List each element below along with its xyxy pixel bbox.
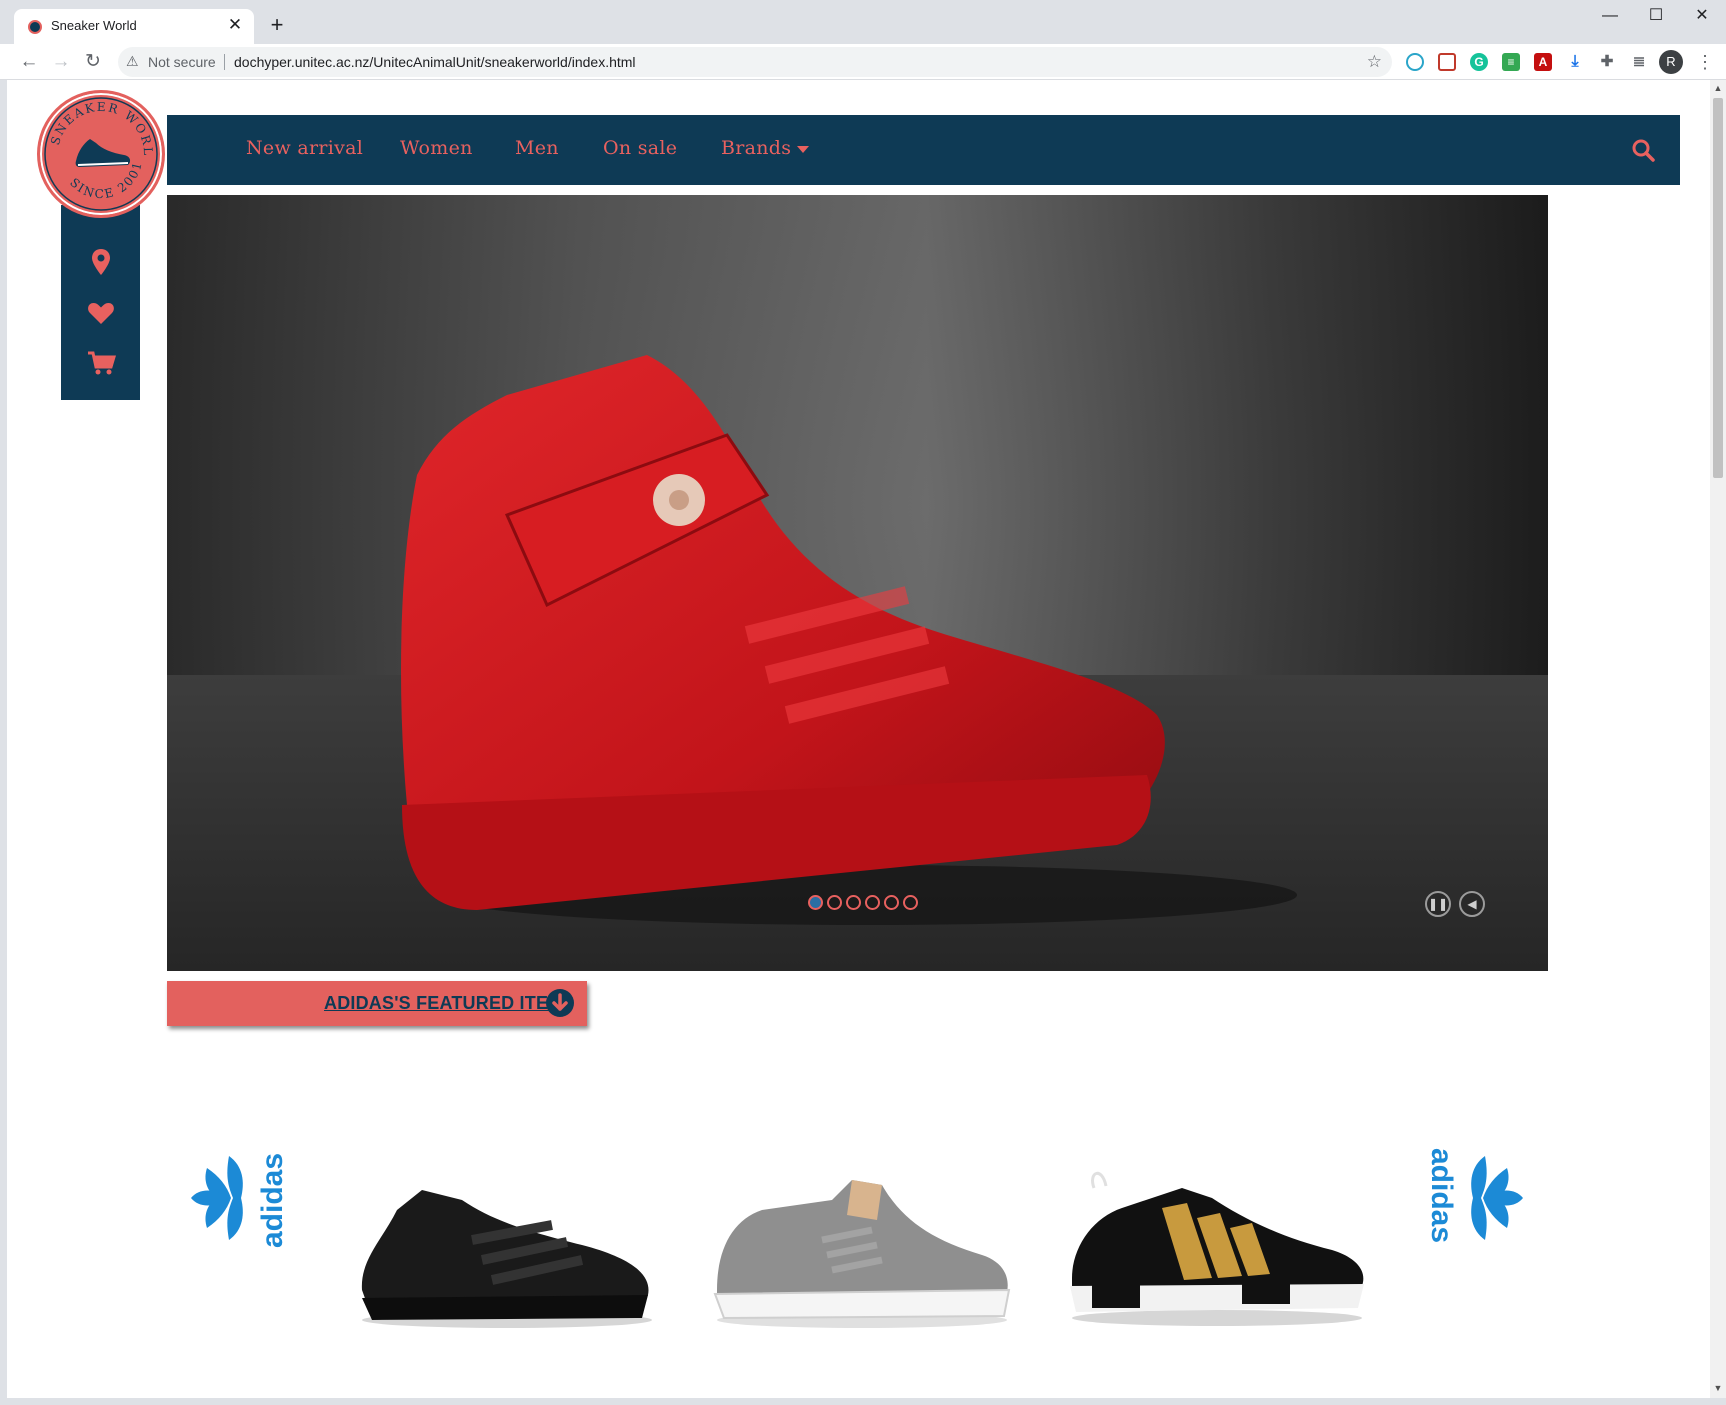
featured-item-label[interactable]: ADIDAS'S FEATURED ITEM — [324, 993, 563, 1014]
adidas-logo-left: adidas — [191, 1153, 289, 1248]
extension-globe-icon[interactable] — [1406, 53, 1424, 71]
bookmark-star-icon[interactable]: ☆ — [1367, 52, 1382, 72]
adidas-wordmark-left: adidas — [256, 1153, 289, 1248]
tab-close-icon[interactable]: ✕ — [224, 14, 246, 36]
browser-toolbar: ← → ↻ ⚠ Not secure dochyper.unitec.ac.nz… — [0, 44, 1726, 80]
pause-icon[interactable]: ❚❚ — [1425, 891, 1451, 917]
extensions-puzzle-icon[interactable]: ✚ — [1598, 53, 1616, 71]
product-black-gold-nmd-image[interactable] — [1062, 1158, 1372, 1328]
search-icon[interactable] — [1630, 137, 1656, 163]
close-window-button[interactable]: ✕ — [1679, 2, 1725, 30]
logo-emblem: SNEAKER WORLD SINCE 2001 — [40, 93, 158, 211]
product-grey-skate-image[interactable] — [712, 1170, 1012, 1330]
new-tab-button[interactable]: + — [264, 12, 290, 38]
extension-sheets-icon[interactable]: ≡ — [1502, 53, 1520, 71]
mute-icon[interactable]: ◀ — [1459, 891, 1485, 917]
product-black-runner-image[interactable] — [352, 1170, 657, 1330]
logo-shoe-icon — [75, 139, 131, 167]
page-viewport: New arrival Women Men On sale Brands SNE… — [7, 80, 1710, 1398]
scroll-thumb[interactable] — [1713, 98, 1723, 478]
nav-brands[interactable]: Brands — [721, 137, 810, 159]
hero-red-sneaker-image — [401, 355, 1297, 925]
tab-strip: Sneaker World ✕ + — ☐ ✕ — [0, 0, 1726, 44]
cart-icon[interactable] — [86, 348, 116, 378]
extension-grammarly-icon[interactable]: G — [1470, 53, 1488, 71]
back-icon[interactable]: ← — [16, 49, 42, 75]
browser-window: Sneaker World ✕ + — ☐ ✕ ← → ↻ ⚠ Not secu… — [0, 0, 1726, 1405]
warning-icon[interactable]: ⚠ — [126, 53, 139, 70]
forward-icon[interactable]: → — [48, 49, 74, 75]
side-toolbar — [61, 205, 140, 400]
security-label[interactable]: Not secure — [148, 54, 216, 70]
slider-dot[interactable] — [846, 895, 861, 910]
nav-brands-label: Brands — [721, 137, 792, 159]
address-bar[interactable]: ⚠ Not secure dochyper.unitec.ac.nz/Unite… — [118, 47, 1392, 77]
browser-menu-icon[interactable]: ⋮ — [1696, 50, 1714, 74]
slider-dot[interactable] — [808, 895, 823, 910]
maximize-button[interactable]: ☐ — [1633, 2, 1679, 30]
slider-dot[interactable] — [884, 895, 899, 910]
featured-item-button[interactable]: ADIDAS'S FEATURED ITEM — [167, 981, 587, 1026]
extension-pocket-icon[interactable] — [1438, 53, 1456, 71]
site-favicon-icon — [28, 20, 42, 34]
caret-down-icon — [797, 145, 810, 153]
url-text[interactable]: dochyper.unitec.ac.nz/UnitecAnimalUnit/s… — [234, 54, 636, 70]
tab-title: Sneaker World — [51, 18, 137, 33]
media-queue-icon[interactable]: ≣ — [1630, 53, 1648, 71]
scroll-down-icon[interactable]: ▼ — [1713, 1383, 1723, 1393]
nav-new-arrival[interactable]: New arrival — [246, 137, 363, 159]
nav-on-sale[interactable]: On sale — [603, 137, 677, 159]
site-navbar: New arrival Women Men On sale Brands — [167, 115, 1680, 185]
profile-avatar[interactable]: R — [1659, 50, 1683, 74]
slider-dot[interactable] — [865, 895, 880, 910]
hero-slider[interactable]: ❚❚ ◀ — [167, 195, 1548, 971]
reload-icon[interactable]: ↻ — [80, 49, 106, 75]
heart-icon[interactable] — [86, 298, 116, 328]
nav-men[interactable]: Men — [515, 137, 559, 159]
extension-pdf-icon[interactable]: A — [1534, 53, 1552, 71]
slider-dot[interactable] — [903, 895, 918, 910]
omnibox-divider — [224, 54, 225, 70]
slider-dot[interactable] — [827, 895, 842, 910]
location-icon[interactable] — [86, 247, 116, 277]
site-logo[interactable]: SNEAKER WORLD SINCE 2001 — [37, 90, 165, 218]
minimize-button[interactable]: — — [1587, 2, 1633, 30]
adidas-wordmark-right: adidas — [1425, 1148, 1458, 1243]
scroll-up-icon[interactable]: ▲ — [1713, 83, 1723, 93]
adidas-logo-right: adidas — [1425, 1148, 1523, 1243]
nav-women[interactable]: Women — [400, 137, 473, 159]
extension-download-icon[interactable]: ⤓ — [1566, 53, 1584, 71]
slider-pagination — [808, 895, 922, 913]
arrow-down-circle-icon[interactable] — [545, 988, 575, 1018]
browser-tab[interactable]: Sneaker World ✕ — [14, 9, 254, 44]
page-scrollbar[interactable]: ▲ ▼ — [1710, 80, 1726, 1398]
